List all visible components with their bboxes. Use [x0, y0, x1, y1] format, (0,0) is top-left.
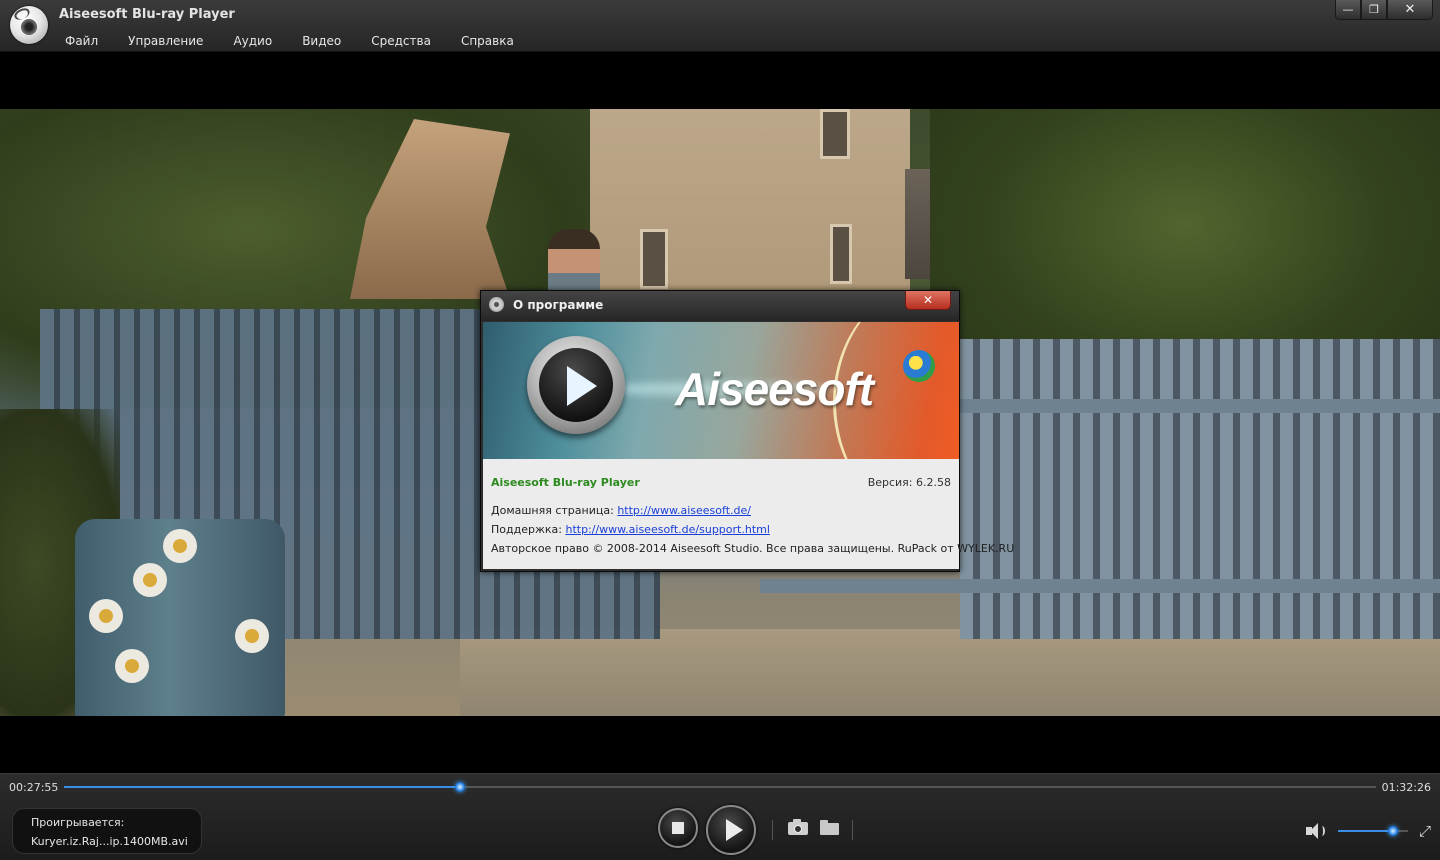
menu-tools[interactable]: Средства [356, 33, 446, 51]
scene-window [820, 109, 850, 159]
product-name: Aiseesoft Blu-ray Player [491, 476, 640, 489]
now-playing-label: Проигрывается: [31, 816, 125, 829]
scene-barrel [75, 519, 285, 716]
support-label: Поддержка: [491, 523, 562, 536]
seek-bar[interactable] [64, 782, 1376, 792]
volume-handle[interactable] [1387, 826, 1398, 836]
support-line: Поддержка: http://www.aiseesoft.de/suppo… [491, 523, 770, 536]
support-link[interactable]: http://www.aiseesoft.de/support.html [565, 523, 769, 536]
scene-flower [163, 529, 197, 563]
folder-icon[interactable] [819, 818, 841, 836]
dialog-title: О программе [513, 298, 604, 312]
volume-level [1338, 830, 1393, 832]
homepage-link[interactable]: http://www.aiseesoft.de/ [617, 504, 751, 517]
title-bar: Aiseesoft Blu-ray Player Файл Управление… [0, 0, 1440, 52]
homepage-line: Домашняя страница: http://www.aiseesoft.… [491, 504, 751, 517]
minimize-button[interactable]: — [1335, 0, 1361, 20]
scene-fence-right [960, 339, 1440, 639]
play-button[interactable] [706, 805, 756, 855]
minimize-icon: — [1342, 3, 1354, 16]
dialog-close-button[interactable]: ✕ [905, 291, 951, 310]
volume-slider[interactable] [1338, 826, 1408, 836]
scene-flower [115, 649, 149, 683]
menu-control[interactable]: Управление [113, 33, 218, 51]
camera-icon[interactable] [787, 818, 809, 836]
scene-flower [133, 563, 167, 597]
stop-button[interactable] [658, 808, 698, 848]
restore-button[interactable]: ❐ [1361, 0, 1387, 20]
restore-icon: ❐ [1369, 3, 1379, 16]
toolbar-divider [772, 820, 773, 840]
total-time: 01:32:26 [1381, 781, 1431, 794]
scene-flower [235, 619, 269, 653]
scene-gate-rail [760, 579, 1440, 593]
menu-help[interactable]: Справка [446, 33, 529, 51]
window-title: Aiseesoft Blu-ray Player [59, 7, 235, 22]
current-time: 00:27:55 [9, 781, 59, 794]
volume-icon[interactable] [1306, 823, 1326, 839]
playback-controls: 00:27:55 01:32:26 Проигрывается: Kuryer.… [0, 773, 1440, 860]
scene-flower [89, 599, 123, 633]
dialog-title-bar: О программе ✕ [481, 291, 959, 321]
about-dialog: О программе ✕ Aiseesoft Aiseesoft Blu-ra… [480, 290, 1014, 572]
close-icon: ✕ [1404, 2, 1416, 17]
brand-wordmark: Aiseesoft [675, 363, 874, 415]
scene-window [640, 229, 668, 289]
now-playing-panel: Проигрывается: Kuryer.iz.Raj...ip.1400MB… [12, 808, 202, 854]
seek-progress [64, 786, 461, 788]
menu-file[interactable]: Файл [50, 33, 113, 51]
version-label: Версия: 6.2.58 [867, 476, 951, 489]
brand-badge-icon [903, 350, 935, 382]
scene-window [830, 224, 852, 284]
app-logo-icon [10, 6, 48, 44]
seek-handle[interactable] [455, 782, 466, 792]
play-logo-icon [527, 336, 625, 434]
menu-video[interactable]: Видео [287, 33, 356, 51]
dialog-app-icon [489, 297, 504, 312]
toolbar-divider [852, 820, 853, 840]
close-button[interactable]: ✕ [1387, 0, 1433, 20]
now-playing-file: Kuryer.iz.Raj...ip.1400MB.avi [31, 835, 188, 848]
about-info: Aiseesoft Blu-ray Player Версия: 6.2.58 … [483, 459, 1014, 569]
about-banner: Aiseesoft [483, 322, 959, 459]
scene-ground [460, 629, 1440, 716]
menu-audio[interactable]: Аудио [218, 33, 287, 51]
menu-bar: Файл Управление Аудио Видео Средства Спр… [50, 33, 529, 51]
homepage-label: Домашняя страница: [491, 504, 614, 517]
close-icon: ✕ [922, 293, 934, 307]
fullscreen-icon[interactable]: ⤢ [1417, 823, 1433, 839]
copyright-text: Авторское право © 2008-2014 Aiseesoft St… [491, 542, 1015, 555]
window-controls: — ❐ ✕ [1335, 0, 1433, 20]
